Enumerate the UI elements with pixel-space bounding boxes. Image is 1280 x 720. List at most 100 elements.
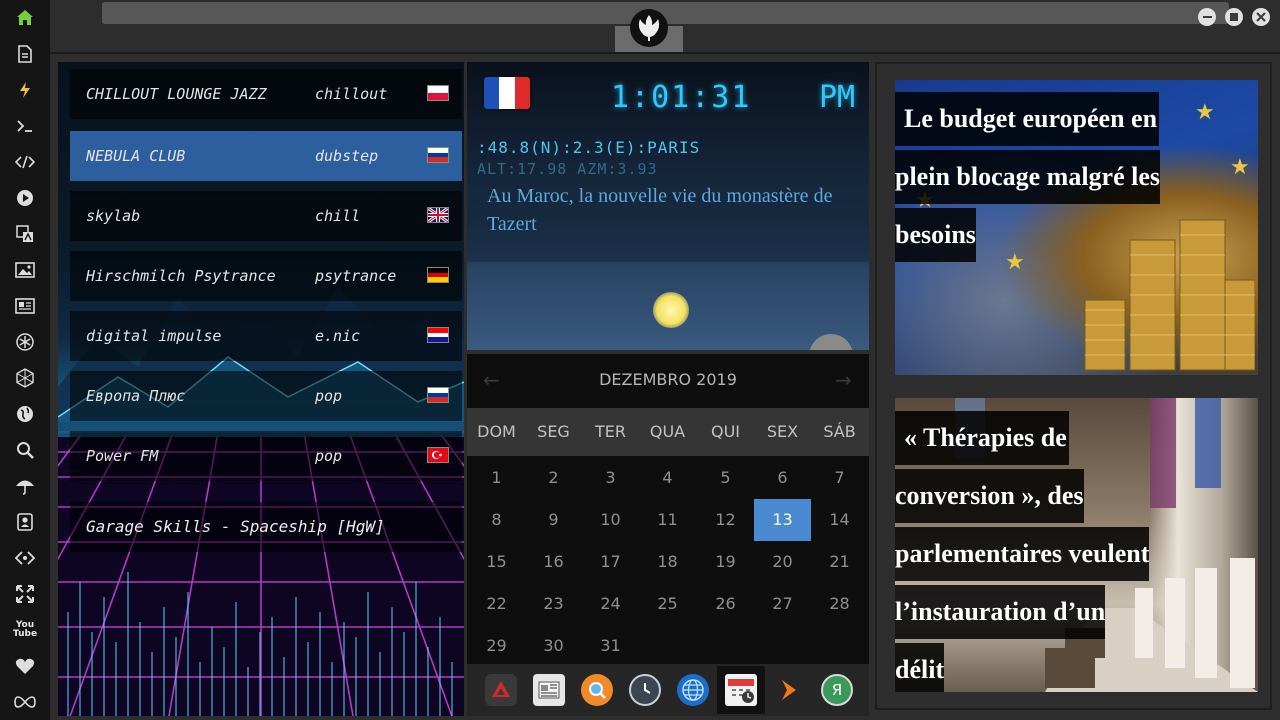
clock-app-icon[interactable] [629, 674, 661, 706]
play-icon[interactable] [13, 186, 37, 210]
calendar-day[interactable]: 1 [468, 457, 525, 499]
coin-stacks-image [1084, 219, 1255, 371]
station-row[interactable]: Европа Плюс pop [70, 371, 462, 421]
calendar-day[interactable]: 31 [582, 625, 639, 667]
station-name: Hirschmilch Psytrance [86, 267, 276, 285]
asterisk-icon[interactable] [13, 330, 37, 354]
russia-flag-icon [427, 147, 449, 163]
arrow-app-icon[interactable] [773, 674, 805, 706]
calendar-day[interactable]: 6 [754, 457, 811, 499]
calendar-day[interactable]: 14 [811, 499, 868, 541]
calendar-day[interactable]: 17 [582, 541, 639, 583]
station-genre: pop [315, 387, 343, 405]
station-name: CHILLOUT LOUNGE JAZZ [86, 85, 267, 103]
now-playing-bar: Garage Skills - Spaceship [HgW] [70, 502, 462, 552]
calendar-day[interactable]: 15 [468, 541, 525, 583]
search-icon[interactable] [13, 438, 37, 462]
calendar-day[interactable]: 26 [697, 583, 754, 625]
calendar-day[interactable]: 10 [582, 499, 639, 541]
russia-flag-icon [427, 387, 449, 403]
news-card-therapies[interactable]: « Thérapies de conversion », des parleme… [895, 398, 1258, 692]
calendar-day[interactable]: 4 [639, 457, 696, 499]
calendar-day[interactable]: 20 [754, 541, 811, 583]
calendar-day[interactable]: 16 [525, 541, 582, 583]
news-headline-line: délit [895, 643, 945, 692]
close-button[interactable] [1252, 8, 1270, 26]
turkey-flag-icon [427, 447, 449, 463]
news-headline-line: besoins [895, 208, 976, 262]
calendar-day[interactable]: 28 [811, 583, 868, 625]
croatia-flag-icon [427, 327, 449, 343]
document-icon[interactable] [13, 42, 37, 66]
clock-panel: 1:01:31 PM :48.8(N):2.3(E):PARIS ALT:17.… [467, 62, 869, 350]
weekday-label: SEX [766, 422, 799, 441]
station-name: Power FM [86, 447, 159, 465]
station-row[interactable]: NEBULA CLUB dubstep [70, 131, 462, 181]
infinity-icon[interactable] [13, 690, 37, 714]
station-row[interactable]: Hirschmilch Psytrance psytrance [70, 251, 462, 301]
image-icon[interactable] [13, 258, 37, 282]
calendar-day[interactable]: 5 [697, 457, 754, 499]
launcher-app-icon[interactable] [485, 674, 517, 706]
calendar-day[interactable]: 2 [525, 457, 582, 499]
home-icon[interactable] [13, 6, 37, 30]
news-icon[interactable] [13, 294, 37, 318]
calendar-day[interactable]: 27 [754, 583, 811, 625]
calendar-day[interactable]: 7 [811, 457, 868, 499]
calendar-day[interactable]: 29 [468, 625, 525, 667]
calendar-app-icon[interactable] [725, 674, 757, 706]
calendar-day[interactable]: 24 [582, 583, 639, 625]
minimize-button[interactable] [1198, 8, 1216, 26]
newspaper-app-icon[interactable] [533, 674, 565, 706]
station-name: Европа Плюс [86, 387, 186, 405]
globe-icon[interactable] [13, 402, 37, 426]
yandex-app-letter: Я [831, 681, 843, 699]
calendar-day[interactable]: 22 [468, 583, 525, 625]
news-card-budget[interactable]: ★ ★ ★ ★ Le budget européen en plein bloc… [895, 80, 1258, 375]
france-flag-icon [484, 77, 530, 109]
contacts-icon[interactable] [13, 510, 37, 534]
calendar-day[interactable]: 11 [639, 499, 696, 541]
calendar-day[interactable]: 25 [639, 583, 696, 625]
uk-flag-icon [427, 207, 449, 223]
translate-icon[interactable] [13, 222, 37, 246]
maximize-button[interactable] [1225, 8, 1243, 26]
umbrella-icon[interactable] [13, 474, 37, 498]
station-row[interactable]: skylab chill [70, 191, 462, 241]
calendar-weekday-header: DOM SEG TER QUA QUI SEX SÁB [467, 408, 869, 456]
search-app-icon[interactable] [581, 674, 613, 706]
code-icon[interactable] [13, 150, 37, 174]
calendar-day[interactable]: 21 [811, 541, 868, 583]
station-genre: e.nic [315, 327, 361, 345]
news-headline-line: l’instauration d’un [895, 585, 1106, 639]
now-playing-title: Garage Skills - Spaceship [HgW] [86, 517, 385, 536]
station-row[interactable]: digital impulse e.nic [70, 311, 462, 361]
clock-news-headline[interactable]: Au Maroc, la nouvelle vie du monastère d… [467, 176, 869, 262]
calendar-day[interactable]: 19 [697, 541, 754, 583]
globe-app-icon[interactable] [677, 674, 709, 706]
next-month-arrow-icon[interactable]: → [835, 368, 852, 392]
poland-flag-icon [427, 85, 449, 101]
calendar-day[interactable]: 9 [525, 499, 582, 541]
calendar-day[interactable]: 18 [639, 541, 696, 583]
yandex-app-icon[interactable]: Я [821, 674, 853, 706]
calendar-day[interactable]: 23 [525, 583, 582, 625]
heart-icon[interactable] [13, 654, 37, 678]
calendar-day[interactable]: 8 [468, 499, 525, 541]
weekday-label: SÁB [823, 422, 856, 441]
expand-icon[interactable] [13, 582, 37, 606]
calendar-day[interactable]: 3 [582, 457, 639, 499]
calendar-widget: ← DEZEMBRO 2019 → DOM SEG TER QUA QUI SE… [467, 354, 869, 664]
location-coordinates: :48.8(N):2.3(E):PARIS [477, 138, 701, 157]
calendar-day-today[interactable]: 13 [754, 499, 811, 541]
lightning-icon[interactable] [13, 78, 37, 102]
station-row[interactable]: Power FM pop [70, 431, 462, 481]
terminal-icon[interactable] [13, 114, 37, 138]
calendar-day[interactable]: 12 [697, 499, 754, 541]
calendar-day[interactable]: 30 [525, 625, 582, 667]
youtube-icon-label: You Tube [12, 620, 38, 639]
station-row[interactable]: CHILLOUT LOUNGE JAZZ chillout [70, 69, 462, 119]
tag-icon[interactable] [13, 546, 37, 570]
hexagon-icon[interactable] [13, 366, 37, 390]
youtube-icon[interactable]: You Tube [13, 618, 37, 642]
